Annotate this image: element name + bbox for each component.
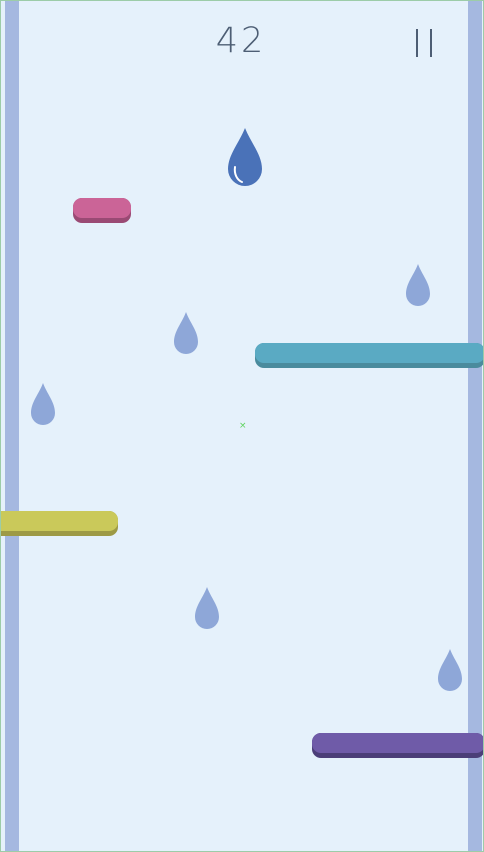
platform-pink: [73, 198, 131, 223]
raindrop-icon: [31, 383, 55, 425]
score-display: 42: [215, 21, 267, 61]
platform-purple: [312, 733, 483, 758]
right-wall: [468, 1, 482, 851]
center-marker: ×: [239, 421, 247, 431]
pause-icon: [416, 29, 418, 57]
raindrop-icon: [195, 587, 219, 629]
raindrop-icon: [174, 312, 198, 354]
left-wall: [5, 1, 19, 851]
platform-teal: [255, 343, 483, 368]
game-screen[interactable]: 42 ×: [0, 0, 484, 852]
raindrop-icon: [406, 264, 430, 306]
pause-icon-bar: [430, 29, 432, 57]
pause-button[interactable]: [406, 25, 446, 61]
water-drop-icon: [228, 128, 262, 186]
raindrop-icon: [438, 649, 462, 691]
platform-yellow: [1, 511, 118, 536]
